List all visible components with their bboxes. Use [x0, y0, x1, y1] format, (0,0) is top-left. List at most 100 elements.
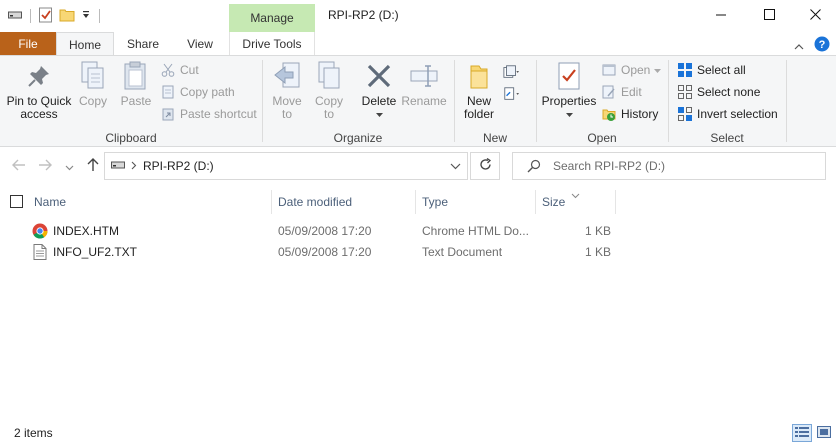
- tab-drive-tools[interactable]: Drive Tools: [229, 32, 315, 55]
- delete-button[interactable]: Delete: [359, 60, 399, 121]
- edit-pencil-icon: [601, 84, 617, 100]
- ribbon-tab-row: File Home Share View Drive Tools ?: [0, 32, 836, 56]
- invert-selection-button[interactable]: Invert selection: [677, 104, 778, 124]
- new-item-button[interactable]: [503, 62, 519, 82]
- select-all-checkbox[interactable]: [10, 195, 23, 208]
- file-row-info-uf2-txt[interactable]: INFO_UF2.TXT 05/09/2008 17:20 Text Docum…: [0, 241, 836, 262]
- close-button[interactable]: [792, 0, 836, 32]
- easy-access-button[interactable]: [503, 84, 519, 104]
- file-name[interactable]: INFO_UF2.TXT: [53, 241, 137, 262]
- title-bar: Manage RPI-RP2 (D:): [0, 0, 836, 32]
- easy-access-icon: [503, 86, 519, 102]
- back-arrow-icon: [12, 158, 26, 174]
- delete-dropdown-icon: [375, 108, 383, 121]
- column-divider[interactable]: [415, 190, 416, 214]
- pin-label-line2: access: [20, 107, 58, 121]
- help-icon[interactable]: ?: [814, 36, 830, 55]
- paste-shortcut-label: Paste shortcut: [180, 107, 257, 121]
- address-dropdown-icon[interactable]: [450, 159, 461, 176]
- properties-icon: [553, 60, 585, 92]
- cut-button[interactable]: Cut: [160, 60, 199, 80]
- select-all-button[interactable]: Select all: [677, 60, 746, 80]
- rename-label: Rename: [401, 94, 447, 108]
- new-item-icon: [503, 64, 519, 80]
- new-group: New folder New: [455, 56, 535, 148]
- open-label: Open: [621, 63, 651, 77]
- properties-dropdown-icon: [565, 108, 573, 121]
- paste-shortcut-button[interactable]: Paste shortcut: [160, 104, 257, 124]
- refresh-button[interactable]: [470, 152, 500, 180]
- minimize-button[interactable]: [698, 0, 744, 32]
- open-group: Properties Open Edit History Open: [537, 56, 667, 148]
- address-bar[interactable]: RPI-RP2 (D:): [104, 152, 468, 180]
- column-header-name[interactable]: Name: [34, 188, 270, 216]
- forward-button[interactable]: [36, 157, 54, 175]
- minimize-icon: [716, 9, 726, 23]
- tab-share[interactable]: Share: [114, 32, 172, 55]
- customize-toolbar-dropdown-icon[interactable]: [81, 9, 91, 23]
- properties-button[interactable]: Properties: [541, 60, 597, 121]
- copy-path-button[interactable]: Copy path: [160, 82, 235, 102]
- up-arrow-icon: [87, 157, 99, 175]
- group-divider: [786, 60, 787, 142]
- column-header-date[interactable]: Date modified: [278, 188, 414, 216]
- maximize-button[interactable]: [746, 0, 792, 32]
- maximize-icon: [763, 9, 775, 23]
- delete-label: Delete: [361, 94, 397, 108]
- pin-to-quick-access-button[interactable]: Pin to Quick access: [4, 60, 74, 121]
- details-view-button[interactable]: [792, 424, 812, 442]
- search-placeholder: Search RPI-RP2 (D:): [553, 159, 666, 173]
- paste-button[interactable]: Paste: [118, 60, 154, 108]
- history-button[interactable]: History: [601, 104, 658, 124]
- drive-icon[interactable]: [8, 9, 22, 23]
- paste-icon: [120, 60, 152, 92]
- quick-access-toolbar: [8, 6, 102, 26]
- edit-button[interactable]: Edit: [601, 82, 642, 102]
- breadcrumb-location[interactable]: RPI-RP2 (D:): [143, 159, 214, 173]
- select-none-button[interactable]: Select none: [677, 82, 760, 102]
- large-icons-view-button[interactable]: [814, 424, 834, 442]
- tab-view[interactable]: View: [172, 32, 228, 55]
- column-header-type[interactable]: Type: [422, 188, 534, 216]
- scissors-icon: [160, 62, 176, 78]
- file-type: Text Document: [422, 244, 503, 259]
- move-to-icon: [271, 60, 303, 92]
- details-view-icon: [795, 426, 809, 441]
- drive-icon: [111, 159, 125, 173]
- tab-home[interactable]: Home: [56, 32, 114, 56]
- column-divider[interactable]: [615, 190, 616, 214]
- copy-button[interactable]: Copy: [76, 60, 110, 108]
- cut-label: Cut: [180, 63, 199, 77]
- rename-button[interactable]: Rename: [401, 60, 447, 108]
- window-title: RPI-RP2 (D:): [328, 8, 399, 22]
- open-icon: [601, 62, 617, 78]
- file-date: 05/09/2008 17:20: [278, 223, 372, 238]
- file-list: Name Date modified Type Size INDEX.HTM 0…: [0, 184, 836, 422]
- up-button[interactable]: [84, 157, 102, 175]
- copy-path-icon: [160, 84, 176, 100]
- column-divider[interactable]: [271, 190, 272, 214]
- open-button[interactable]: Open: [601, 60, 662, 80]
- tab-manage-context[interactable]: Manage: [229, 4, 315, 32]
- back-button[interactable]: [10, 157, 28, 175]
- copy-to-button[interactable]: Copy to: [311, 60, 347, 121]
- file-size: 1 KB: [585, 223, 612, 238]
- organize-group-label: Organize: [333, 131, 383, 145]
- tab-file[interactable]: File: [0, 32, 56, 55]
- file-name[interactable]: INDEX.HTM: [53, 220, 119, 241]
- file-row-index-htm[interactable]: INDEX.HTM 05/09/2008 17:20 Chrome HTML D…: [0, 220, 836, 241]
- move-to-button[interactable]: Move to: [269, 60, 305, 121]
- invert-selection-icon: [677, 106, 693, 122]
- column-divider[interactable]: [535, 190, 536, 214]
- large-icons-view-icon: [817, 425, 831, 441]
- paste-shortcut-icon: [160, 106, 176, 122]
- breadcrumb-chevron-icon[interactable]: [131, 159, 137, 173]
- properties-check-icon[interactable]: [39, 7, 53, 26]
- recent-locations-button[interactable]: [60, 157, 78, 175]
- search-box[interactable]: Search RPI-RP2 (D:): [512, 152, 826, 180]
- ribbon-controls: ?: [794, 36, 830, 55]
- new-folder-button[interactable]: New folder: [459, 60, 499, 121]
- new-folder-icon[interactable]: [59, 7, 75, 26]
- collapse-ribbon-icon[interactable]: [794, 39, 804, 53]
- svg-text:?: ?: [819, 39, 826, 51]
